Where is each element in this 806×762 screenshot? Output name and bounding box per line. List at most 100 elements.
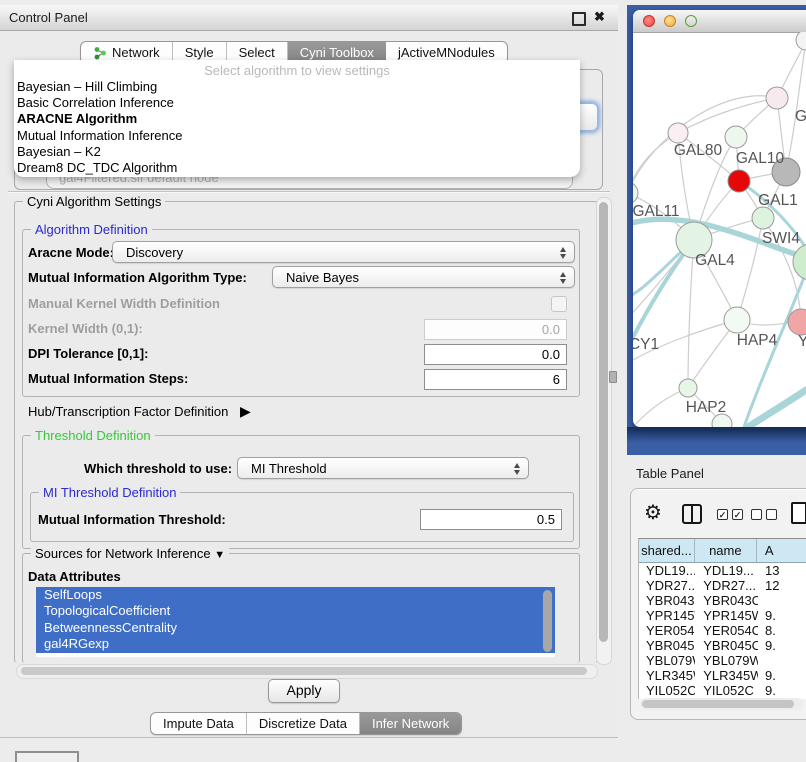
close-traffic-light-icon[interactable] [643, 15, 655, 27]
combo-stepper-icon [560, 272, 566, 284]
table-hscrollbar[interactable] [640, 698, 804, 710]
list-item[interactable]: SelfLoops [36, 587, 555, 603]
manual-kernel-checkbox[interactable] [551, 296, 567, 312]
attributes-scrollbar-thumb[interactable] [543, 590, 552, 652]
mi-type-label: Mutual Information Algorithm Type: [28, 270, 247, 285]
apply-button[interactable]: Apply [268, 679, 340, 703]
table-row[interactable]: YDR27... YDR27... 12 [639, 578, 806, 593]
zoom-traffic-light-icon[interactable] [685, 15, 697, 27]
window-shadow [627, 427, 806, 443]
settings-vscrollbar[interactable] [596, 197, 612, 665]
mi-steps-field[interactable] [424, 369, 567, 390]
algorithm-option-basic-correlation[interactable]: Basic Correlation Inference [17, 95, 577, 111]
panel-separator [8, 191, 610, 193]
which-threshold-combo[interactable]: MI Threshold [237, 457, 529, 479]
list-item[interactable]: TopologicalCoefficient [36, 603, 555, 619]
deselect-all-columns-icon[interactable] [751, 509, 777, 520]
kernel-width-label: Kernel Width (0,1): [28, 321, 143, 336]
column-layout-icon[interactable] [682, 504, 702, 524]
column-header-clipped[interactable]: A [757, 539, 806, 563]
table-row[interactable]: YDL19... YDL19... 13 [639, 563, 806, 578]
algorithm-option-bayesian-k2[interactable]: Bayesian – K2 [17, 144, 577, 160]
tab-infer-network[interactable]: Infer Network [360, 713, 461, 734]
table-row[interactable]: YPR145W YPR145W 9. [639, 608, 806, 623]
select-all-columns-icon[interactable]: ✓ ✓ [717, 509, 743, 520]
control-panel-titlebar[interactable]: Control Panel ✖ [0, 5, 618, 31]
node-label: Y [798, 333, 806, 350]
table-row[interactable]: YBL079W YBL079W [639, 653, 806, 668]
screen: Control Panel ✖ Network Style Select Cyn… [0, 0, 806, 762]
kernel-width-field [424, 319, 567, 340]
mi-threshold-field[interactable] [420, 509, 562, 530]
algorithm-option-bayesian-hill-climbing[interactable]: Bayesian – Hill Climbing [17, 79, 577, 95]
algorithm-option-dream8[interactable]: Dream8 DC_TDC Algorithm [17, 160, 577, 176]
node-hap2[interactable] [679, 379, 697, 397]
node-hap4[interactable] [724, 307, 750, 333]
node-gal10[interactable] [725, 126, 747, 148]
tab-network-label: Network [112, 45, 160, 60]
node-gal11[interactable] [633, 182, 638, 204]
network-canvas[interactable]: GAL GAL80 GAL10 GAL1 GAL11 GAL4 SWI4 GCY… [633, 32, 806, 427]
node-gal1[interactable] [752, 207, 774, 229]
node[interactable] [796, 32, 806, 50]
threshold-definition-title: Threshold Definition [31, 428, 155, 443]
close-icon[interactable]: ✖ [594, 9, 605, 25]
panel-splitter-handle[interactable] [609, 371, 617, 383]
node-gal80[interactable] [668, 123, 688, 143]
algorithm-placeholder: Select algorithm to view settings [14, 63, 580, 78]
table-row[interactable]: YER054C YER054C 8. [639, 623, 806, 638]
which-threshold-label: Which threshold to use: [84, 461, 232, 476]
node-label: GAL4 [695, 252, 735, 269]
gear-icon[interactable]: ⚙ [644, 500, 662, 525]
node-label: GAL [795, 108, 806, 125]
collapse-down-icon[interactable]: ▼ [214, 549, 225, 561]
table-panel-title: Table Panel [636, 466, 704, 481]
minimized-panel-fragment[interactable] [15, 751, 79, 762]
node-label: GAL11 [633, 203, 680, 220]
node-label: GAL80 [674, 142, 723, 159]
table-row[interactable]: YIL052C YIL052C 9. [639, 683, 806, 698]
node-label: GCY1 [633, 336, 659, 353]
algorithm-option-aracne[interactable]: ARACNE Algorithm [17, 111, 577, 127]
combo-stepper-icon [514, 463, 520, 475]
table-row[interactable]: YBR045C YBR045C 9. [639, 638, 806, 653]
dpi-tolerance-label: DPI Tolerance [0,1]: [28, 346, 148, 361]
tab-impute-data[interactable]: Impute Data [151, 713, 247, 734]
settings-hscrollbar-thumb[interactable] [21, 667, 587, 675]
network-view-window: GAL GAL80 GAL10 GAL1 GAL11 GAL4 SWI4 GCY… [633, 10, 806, 427]
node-table: shared... name A YDL19... YDL19... 13 YD… [638, 538, 806, 699]
mi-steps-label: Mutual Information Steps: [28, 371, 188, 386]
node-label: GAL10 [736, 150, 785, 167]
aracne-mode-combo[interactable]: Discovery [112, 241, 575, 263]
settings-hscrollbar[interactable] [16, 664, 598, 679]
algorithm-option-mutual-information[interactable]: Mutual Information Inference [17, 128, 577, 144]
node[interactable] [766, 87, 788, 109]
table-header: shared... name A [639, 539, 806, 563]
expand-right-icon[interactable]: ▶ [240, 403, 251, 419]
algorithm-dropdown-popup: Select algorithm to view settings Bayesi… [14, 60, 580, 177]
table-row[interactable]: YBR043C YBR043C [639, 593, 806, 608]
node-swi4[interactable] [793, 244, 806, 280]
dpi-tolerance-field[interactable] [424, 344, 567, 365]
table-hscrollbar-thumb[interactable] [642, 700, 794, 708]
minimize-traffic-light-icon[interactable] [664, 15, 676, 27]
network-window-titlebar[interactable] [633, 10, 806, 33]
algorithm-definition-title: Algorithm Definition [31, 222, 152, 237]
list-item[interactable]: gal4RGexp [36, 636, 555, 652]
cyni-bottom-tabbar: Impute Data Discretize Data Infer Networ… [150, 712, 462, 735]
sources-group-title: Sources for Network Inference ▼ [31, 546, 229, 561]
node-label: HAP4 [737, 332, 778, 349]
float-window-icon[interactable] [572, 12, 586, 26]
mi-type-combo[interactable]: Naive Bayes [272, 266, 575, 288]
tab-discretize-data[interactable]: Discretize Data [247, 713, 360, 734]
settings-vscrollbar-thumb[interactable] [599, 202, 608, 642]
node-label: GAL1 [758, 192, 798, 209]
column-header-shared-name[interactable]: shared... [639, 539, 695, 563]
column-header-name[interactable]: name [695, 539, 757, 563]
export-table-icon[interactable] [791, 502, 806, 524]
node-selected-red[interactable] [728, 170, 750, 192]
list-item[interactable]: BetweennessCentrality [36, 620, 555, 636]
network-icon [93, 46, 107, 60]
hub-definition-toggle[interactable]: Hub/Transcription Factor Definition ▶ [28, 403, 251, 420]
table-row[interactable]: YLR345W YLR345W 9. [639, 668, 806, 683]
